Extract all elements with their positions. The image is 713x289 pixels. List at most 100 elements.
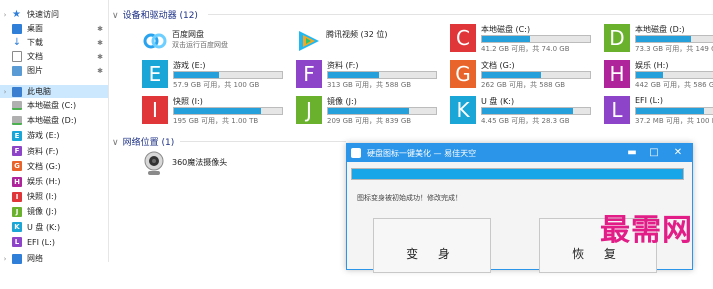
expand-icon[interactable]: › <box>0 11 10 19</box>
drive-name: 本地磁盘 (D:) <box>635 25 685 34</box>
pin-icon[interactable]: ✱ <box>97 67 103 75</box>
nav-item-desktop[interactable]: 桌面 ✱ <box>0 22 108 35</box>
nav-item-drive[interactable]: 本地磁盘 (D:) <box>0 114 108 127</box>
transform-button[interactable]: 变 身 <box>373 218 491 273</box>
drive-tile[interactable]: L EFI (L:) 37.2 MB 可用，共 100 MB <box>604 96 713 126</box>
drive-free-space: 262 GB 可用，共 588 GB <box>481 81 566 89</box>
drive-tile[interactable]: J 镜像 (J:) 209 GB 可用，共 839 GB <box>296 96 446 126</box>
camera-item[interactable]: 360魔法摄像头 <box>142 150 282 180</box>
webcam-icon <box>144 151 164 175</box>
drive-letter-icon: D <box>604 24 630 52</box>
nav-item-drive[interactable]: I 快照 (I:) <box>0 190 108 203</box>
drive-usage-bar <box>327 71 437 79</box>
hard-disk-icon <box>12 116 22 126</box>
computer-icon <box>12 86 22 97</box>
collapse-icon[interactable]: ∨ <box>112 11 119 21</box>
progress-bar <box>351 168 684 180</box>
camera-name: 360魔法摄像头 <box>172 158 228 167</box>
nav-item-drive[interactable]: K U 盘 (K:) <box>0 221 108 234</box>
nav-this-pc[interactable]: › 此电脑 <box>0 85 108 98</box>
drive-usage-bar <box>635 107 713 115</box>
drive-tile[interactable]: C 本地磁盘 (C:) 41.2 GB 可用，共 74.0 GB <box>450 24 600 54</box>
drive-tile[interactable]: D 本地磁盘 (D:) 73.3 GB 可用，共 149 GB <box>604 24 713 54</box>
app-subtitle: 双击运行百度网盘 <box>172 41 228 49</box>
nav-item-drive[interactable]: E 游戏 (E:) <box>0 129 108 142</box>
drive-name: 游戏 (E:) <box>173 61 206 70</box>
close-button[interactable]: ✕ <box>670 145 686 161</box>
pin-icon[interactable]: ✱ <box>97 39 103 47</box>
drive-letter-icon: C <box>450 24 476 52</box>
drive-free-space: 41.2 GB 可用，共 74.0 GB <box>481 45 570 53</box>
app-icon <box>351 148 361 158</box>
nav-item-downloads[interactable]: ↓ 下载 ✱ <box>0 36 108 49</box>
expand-icon[interactable]: › <box>0 255 10 263</box>
drive-tile[interactable]: I 快照 (I:) 195 GB 可用，共 1.00 TB <box>142 96 292 126</box>
drive-tile[interactable]: F 资料 (F:) 313 GB 可用，共 588 GB <box>296 60 446 90</box>
drive-usage-fill <box>482 108 573 114</box>
devices-group-header[interactable]: ∨ 设备和驱动器 (12) <box>112 8 198 21</box>
nav-item-label: 娱乐 (H:) <box>27 177 61 186</box>
nav-item-label: EFI (L:) <box>27 237 55 247</box>
drive-letter-icon: G <box>450 60 476 88</box>
nav-item-drive[interactable]: L EFI (L:) <box>0 236 108 249</box>
drive-usage-bar <box>481 107 591 115</box>
pin-icon[interactable]: ✱ <box>97 53 103 61</box>
drive-free-space: 209 GB 可用，共 839 GB <box>327 117 412 125</box>
nav-item-label: 文档 (G:) <box>27 161 61 171</box>
drive-free-space: 37.2 MB 可用，共 100 MB <box>635 117 713 125</box>
drive-tile[interactable]: E 游戏 (E:) 57.9 GB 可用，共 100 GB <box>142 60 292 90</box>
drive-free-space: 313 GB 可用，共 588 GB <box>327 81 412 89</box>
nav-item-drive[interactable]: G 文档 (G:) <box>0 160 108 173</box>
drive-letter-icon: K <box>12 222 22 233</box>
drive-tile[interactable]: G 文档 (G:) 262 GB 可用，共 588 GB <box>450 60 600 90</box>
nav-item-pictures[interactable]: 图片 ✱ <box>0 64 108 77</box>
minimize-button[interactable]: ▬ <box>624 145 640 161</box>
nav-item-label: 图片 <box>27 66 43 75</box>
drive-name: 文档 (G:) <box>481 61 515 70</box>
document-icon <box>12 51 22 62</box>
nav-item-documents[interactable]: 文档 ✱ <box>0 50 108 63</box>
nav-item-drive[interactable]: 本地磁盘 (C:) <box>0 99 108 112</box>
app-name: 腾讯视频 (32 位) <box>326 30 388 39</box>
app-tile-tencent-video[interactable]: 腾讯视频 (32 位) <box>296 28 436 58</box>
drive-usage-bar <box>481 71 591 79</box>
drive-tile[interactable]: H 娱乐 (H:) 442 GB 可用，共 586 GB <box>604 60 713 90</box>
nav-item-label: 本地磁盘 (C:) <box>27 101 77 110</box>
network-group-header[interactable]: ∨ 网络位置 (1) <box>112 135 174 148</box>
nav-quick-access[interactable]: › ★ 快速访问 <box>0 8 108 21</box>
drive-name: 资料 (F:) <box>327 61 359 70</box>
drive-letter-icon: E <box>12 130 22 141</box>
drive-free-space: 442 GB 可用，共 586 GB <box>635 81 713 89</box>
nav-item-label: 游戏 (E:) <box>27 131 60 141</box>
status-message: 图标变身被初始成功！修改完成！ <box>357 194 462 202</box>
expand-icon[interactable]: › <box>0 88 10 96</box>
app-name: 百度网盘 <box>172 30 204 39</box>
drive-usage-fill <box>328 108 409 114</box>
pictures-icon <box>12 65 22 76</box>
nav-item-drive[interactable]: H 娱乐 (H:) <box>0 175 108 188</box>
drive-tile[interactable]: K U 盘 (K:) 4.45 GB 可用，共 28.3 GB <box>450 96 600 126</box>
nav-network[interactable]: › 网络 <box>0 252 108 265</box>
drive-letter-icon: J <box>296 96 322 124</box>
nav-item-drive[interactable]: F 资料 (F:) <box>0 145 108 158</box>
dialog-titlebar[interactable]: 硬盘图标一键美化 — 易佳天空 ▬ □ ✕ <box>347 144 692 162</box>
pin-icon[interactable]: ✱ <box>97 25 103 33</box>
drive-name: EFI (L:) <box>635 96 663 105</box>
maximize-button[interactable]: □ <box>646 145 662 161</box>
drive-usage-fill <box>174 72 220 78</box>
drive-usage-fill <box>174 108 262 114</box>
drive-letter-icon: E <box>142 60 168 88</box>
collapse-icon[interactable]: ∨ <box>112 138 119 148</box>
drive-name: U 盘 (K:) <box>481 97 515 106</box>
nav-item-drive[interactable]: J 镜像 (J:) <box>0 205 108 218</box>
drive-usage-fill <box>636 36 692 42</box>
star-icon: ★ <box>12 8 21 20</box>
drive-letter-icon: H <box>604 60 630 88</box>
network-group-title: 网络位置 (1) <box>122 138 175 148</box>
nav-item-label: 文档 <box>27 52 43 61</box>
drive-usage-fill <box>482 36 530 42</box>
drive-usage-bar <box>635 71 713 79</box>
nav-item-label: 资料 (F:) <box>27 146 59 156</box>
drive-letter-icon: F <box>296 60 322 88</box>
app-tile-baidu-netdisk[interactable]: 百度网盘 双击运行百度网盘 <box>142 28 282 58</box>
